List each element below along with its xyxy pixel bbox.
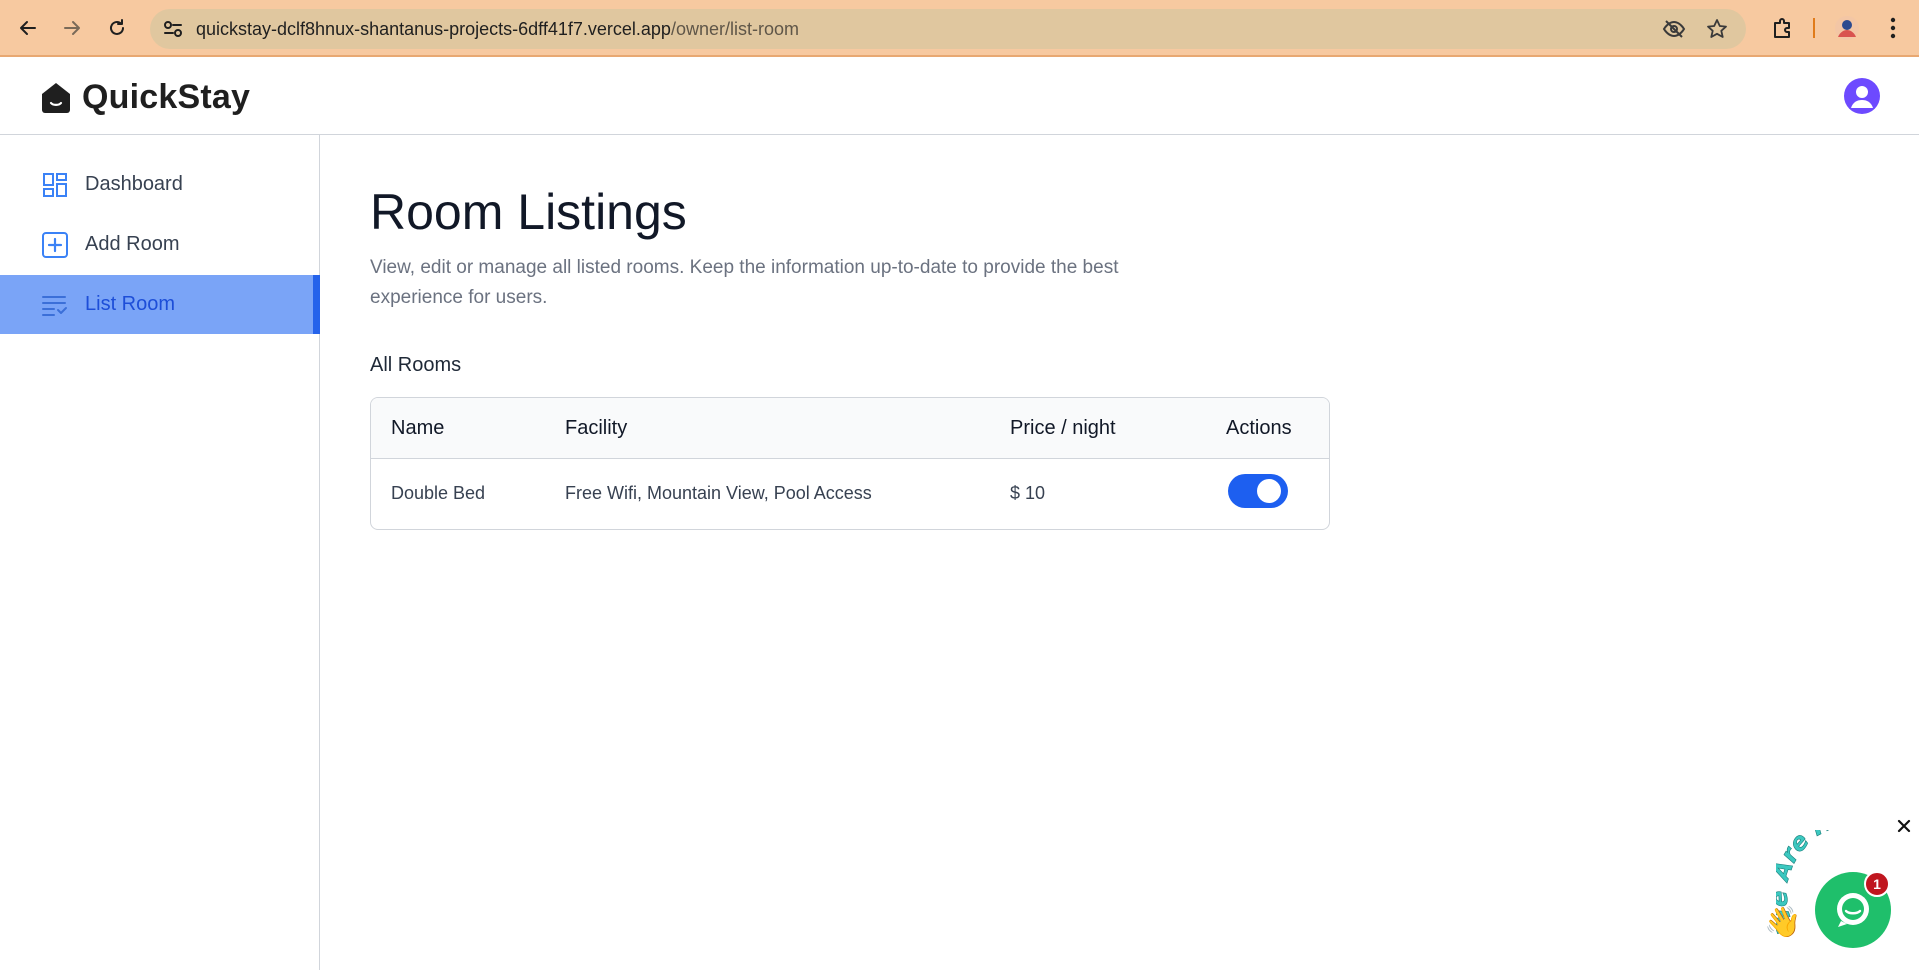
toolbar-divider <box>1813 18 1815 38</box>
column-header-actions: Actions <box>1226 417 1292 439</box>
forward-arrow-icon <box>64 21 80 35</box>
bookmark-star-icon[interactable] <box>1706 18 1728 45</box>
url-text: quickstay-dclf8hnux-shantanus-projects-6… <box>196 19 799 40</box>
url-host: quickstay-dclf8hnux-shantanus-projects-6… <box>196 18 671 39</box>
app-header: QuickStay <box>0 59 1919 135</box>
site-settings-icon[interactable] <box>162 19 184 44</box>
sidebar: Dashboard Add Room List Room <box>0 135 320 970</box>
rooms-table: Name Facility Price / night Actions Doub… <box>370 397 1330 530</box>
room-name: Double Bed <box>391 483 486 503</box>
sidebar-item-dashboard[interactable]: Dashboard <box>0 155 320 214</box>
toggle-knob <box>1257 479 1281 503</box>
app-name: QuickStay <box>82 78 251 116</box>
browser-toolbar: quickstay-dclf8hnux-shantanus-projects-6… <box>0 0 1919 57</box>
chat-bubble-icon <box>1837 893 1869 927</box>
room-facility: Free Wifi, Mountain View, Pool Access <box>565 483 872 503</box>
reload-button[interactable] <box>103 14 131 42</box>
url-path: /owner/list-room <box>670 18 799 39</box>
sidebar-item-label: List Room <box>85 293 176 315</box>
section-label: All Rooms <box>370 354 462 376</box>
dashboard-icon <box>40 170 70 200</box>
availability-toggle[interactable] <box>1228 474 1288 508</box>
column-header-name: Name <box>391 417 445 439</box>
table-row: Double Bed Free Wifi, Mountain View, Poo… <box>371 459 1329 529</box>
sidebar-item-list-room[interactable]: List Room <box>0 275 320 334</box>
reload-icon <box>110 19 124 35</box>
user-icon <box>1851 86 1873 108</box>
add-square-icon <box>40 230 70 260</box>
sidebar-item-label: Dashboard <box>85 173 183 195</box>
logo-house-icon <box>42 82 70 113</box>
browser-menu-icon[interactable] <box>1880 15 1906 41</box>
waving-hand-icon: 👋 <box>1764 906 1802 939</box>
extensions-icon[interactable] <box>1769 15 1795 41</box>
back-arrow-icon <box>20 21 36 35</box>
forward-button[interactable] <box>58 14 86 42</box>
user-avatar[interactable] <box>1844 78 1880 114</box>
column-header-price: Price / night <box>1010 417 1116 439</box>
sidebar-item-add-room[interactable]: Add Room <box>0 215 320 274</box>
column-header-facility: Facility <box>565 417 628 439</box>
logo[interactable]: QuickStay <box>38 78 250 117</box>
eye-off-icon[interactable] <box>1662 18 1686 45</box>
address-bar[interactable]: quickstay-dclf8hnux-shantanus-projects-6… <box>150 9 1746 49</box>
list-icon <box>40 290 70 320</box>
page-description: View, edit or manage all listed rooms. K… <box>370 257 1119 308</box>
profile-avatar-icon[interactable] <box>1834 15 1860 41</box>
sidebar-item-label: Add Room <box>85 233 180 255</box>
unread-badge: 1 <box>1864 871 1890 897</box>
page-title: Room Listings <box>370 184 687 240</box>
room-price: $ 10 <box>1010 483 1046 503</box>
back-button[interactable] <box>14 14 42 42</box>
table-header: Name Facility Price / night Actions <box>371 398 1329 459</box>
